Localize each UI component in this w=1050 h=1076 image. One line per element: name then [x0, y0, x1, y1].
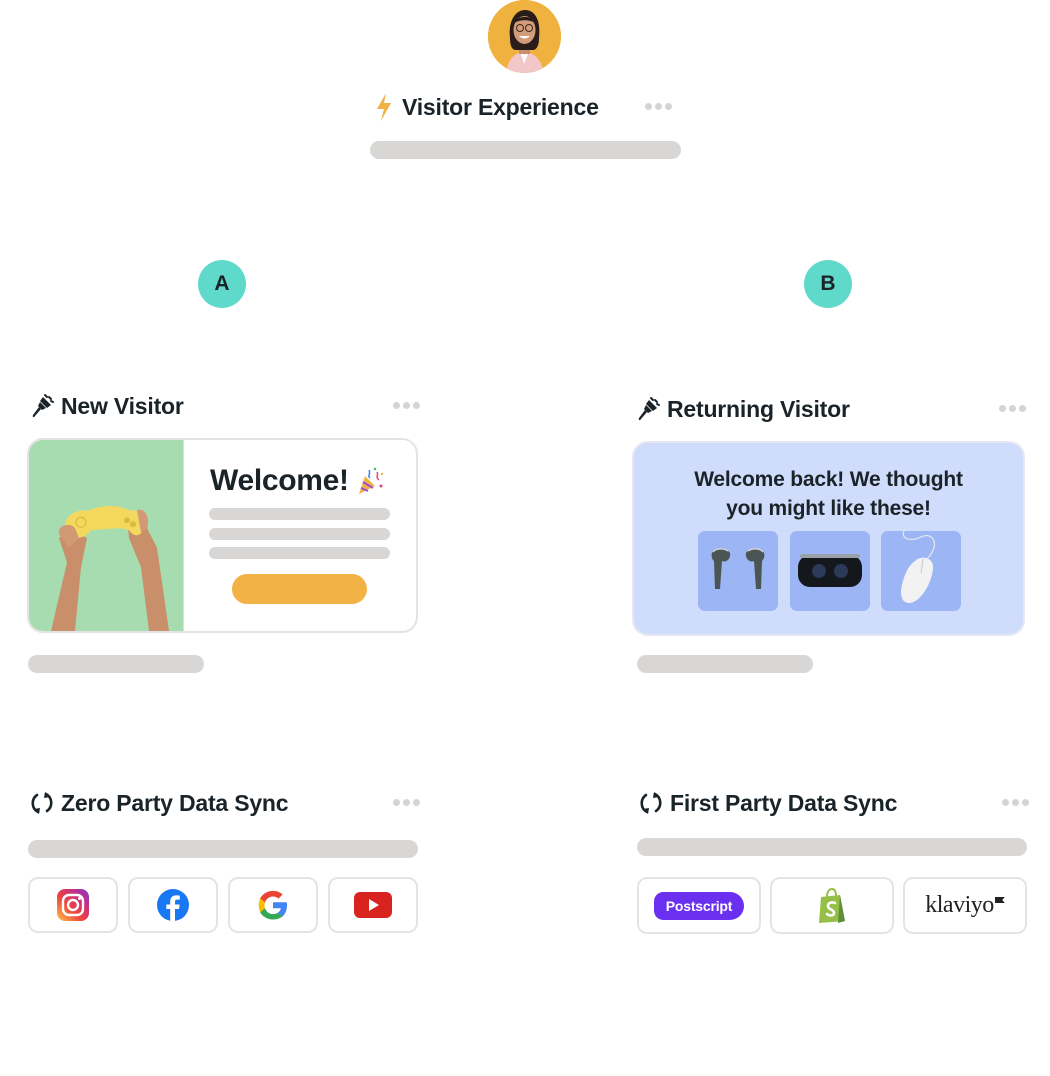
facebook-icon [157, 889, 189, 921]
first-party-sync-title: First Party Data Sync [670, 789, 898, 816]
sync-icon [31, 792, 53, 814]
welcome-back-message: Welcome back! We thought you might like … [694, 468, 963, 520]
product-vr-headset[interactable] [790, 531, 870, 611]
earbuds-icon [711, 548, 765, 589]
klaviyo-flag-icon [994, 897, 1005, 903]
postscript-logo: Postscript [653, 891, 745, 920]
youtube-icon [354, 892, 392, 918]
first-party-description-placeholder [637, 838, 1027, 856]
branch-badge-a[interactable]: A [198, 260, 246, 308]
lightning-bolt-icon [377, 93, 391, 121]
game-controller-image [29, 440, 183, 631]
welcome-text: Welcome! [210, 464, 349, 497]
hands-controller-icon [51, 506, 169, 631]
new-visitor-more-button[interactable] [393, 402, 420, 409]
facebook-logo-tile[interactable] [128, 877, 218, 933]
more-dot [1012, 799, 1019, 806]
text-placeholder-line [209, 547, 390, 559]
returning-visitor-header[interactable]: Returning Visitor [635, 393, 850, 425]
more-dot [1009, 405, 1016, 412]
badge-label: A [214, 272, 230, 295]
person-avatar-icon [488, 0, 561, 73]
branch-badge-b[interactable]: B [804, 260, 852, 308]
zero-party-sync-title: Zero Party Data Sync [61, 789, 289, 816]
klaviyo-logo: klaviyo [925, 892, 1005, 919]
new-visitor-title: New Visitor [61, 392, 184, 419]
more-dot [393, 799, 400, 806]
instagram-icon [57, 889, 89, 921]
root-title: Visitor Experience [402, 93, 599, 120]
sync-icon [640, 792, 662, 814]
returning-visitor-title: Returning Visitor [667, 395, 850, 422]
zero-party-sync-header[interactable]: Zero Party Data Sync [29, 787, 289, 819]
welcome-heading: Welcome! [210, 464, 385, 498]
more-dot [655, 103, 662, 110]
more-dot [665, 103, 672, 110]
postscript-logo-tile[interactable]: Postscript [637, 877, 761, 934]
text-placeholder-line [209, 528, 390, 540]
returning-visitor-caption-placeholder [637, 655, 813, 673]
product-computer-mouse[interactable] [881, 528, 961, 611]
cta-button[interactable] [232, 574, 367, 604]
first-party-more-button[interactable] [1002, 799, 1029, 806]
root-node-header[interactable]: Visitor Experience [374, 90, 599, 124]
instagram-logo-tile[interactable] [28, 877, 118, 933]
zero-party-description-placeholder [28, 840, 418, 858]
new-visitor-caption-placeholder [28, 655, 204, 673]
new-visitor-header[interactable]: New Visitor [29, 390, 184, 422]
more-dot [1019, 405, 1026, 412]
root-more-button[interactable] [645, 103, 672, 110]
shopify-logo-tile[interactable] [770, 877, 894, 934]
returning-visitor-card[interactable]: Welcome back! We thought you might like … [632, 441, 1025, 636]
vr-headset-icon [798, 554, 862, 587]
more-dot [413, 402, 420, 409]
more-dot [393, 402, 400, 409]
text-placeholder-line [209, 508, 390, 520]
more-dot [1022, 799, 1029, 806]
more-dot [403, 799, 410, 806]
more-dot [999, 405, 1006, 412]
first-party-sync-header[interactable]: First Party Data Sync [638, 787, 897, 819]
more-dot [403, 402, 410, 409]
more-dot [645, 103, 652, 110]
google-icon [258, 890, 287, 920]
avatar [488, 0, 561, 73]
youtube-logo-tile[interactable] [328, 877, 418, 933]
root-description-placeholder [370, 141, 681, 159]
shopify-icon [819, 887, 845, 923]
more-dot [413, 799, 420, 806]
paintbrush-icon [638, 397, 660, 421]
klaviyo-wordmark: klaviyo [925, 892, 994, 918]
zero-party-more-button[interactable] [393, 799, 420, 806]
computer-mouse-icon [901, 528, 936, 603]
new-visitor-content: Welcome! [183, 440, 416, 631]
returning-visitor-more-button[interactable] [999, 405, 1026, 412]
google-logo-tile[interactable] [228, 877, 318, 933]
klaviyo-logo-tile[interactable]: klaviyo [903, 877, 1027, 934]
new-visitor-card[interactable]: Welcome! [27, 438, 418, 633]
paintbrush-icon [32, 394, 54, 418]
badge-label: B [820, 272, 836, 295]
party-popper-icon [358, 467, 383, 494]
product-earbuds[interactable] [698, 531, 778, 611]
more-dot [1002, 799, 1009, 806]
